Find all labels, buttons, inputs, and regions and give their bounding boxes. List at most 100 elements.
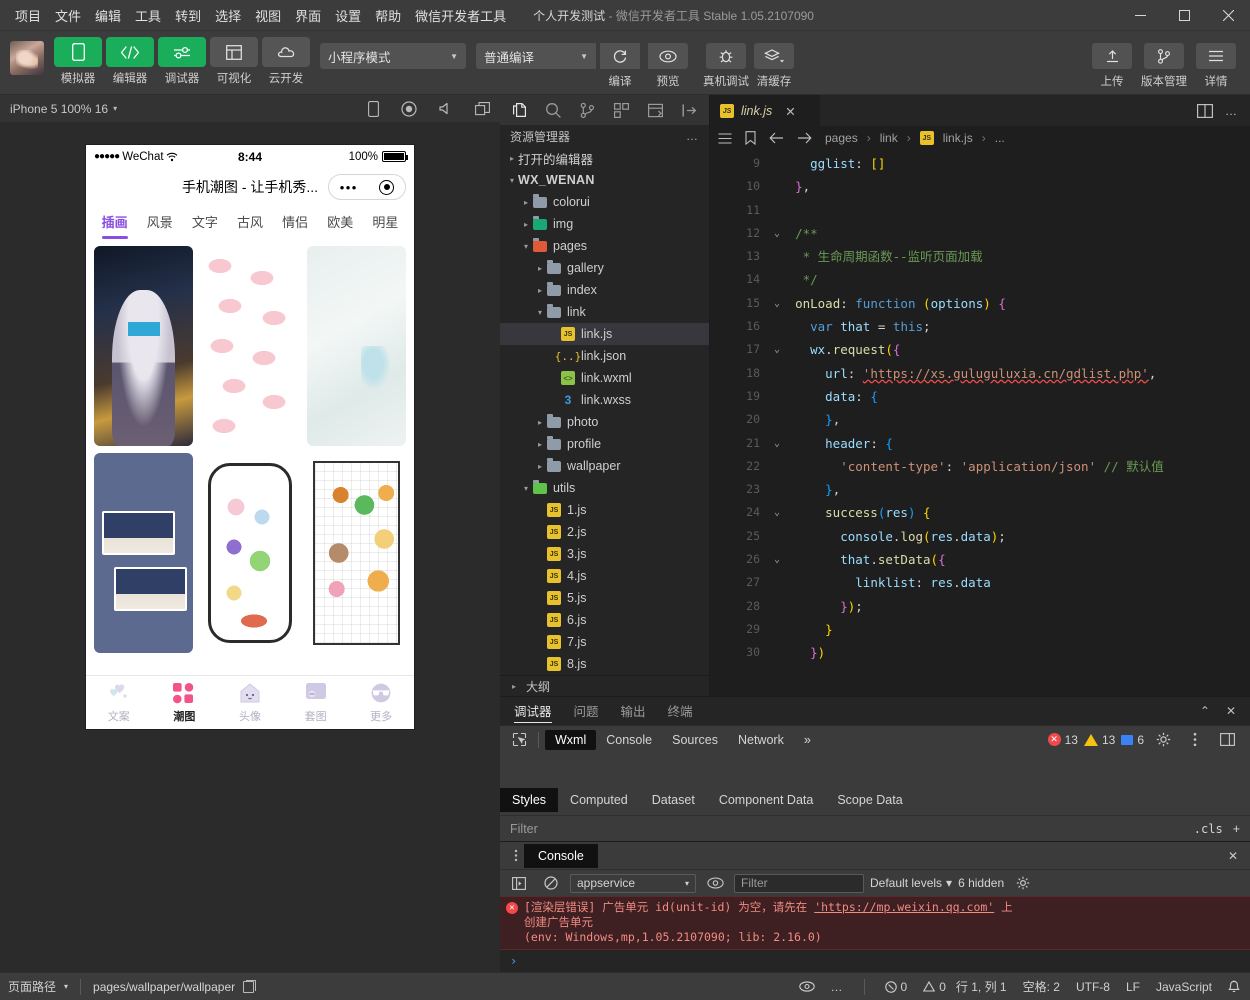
toolbar-button-debugger[interactable]: 调试器	[158, 37, 206, 86]
code-line[interactable]: },	[780, 478, 1250, 501]
menu-item-4[interactable]: 转到	[168, 2, 208, 29]
phone-tabbar-item-2[interactable]: 头像	[217, 681, 283, 724]
tree-file[interactable]: JS 7.js	[500, 631, 709, 653]
code-content[interactable]: gglist: [] }, /** * 生命周期函数--监听页面加载 */ on…	[766, 150, 1250, 696]
chevron-right-icon[interactable]: ▸	[534, 462, 546, 471]
extensions-icon[interactable]	[607, 95, 637, 125]
inspect-icon[interactable]	[506, 729, 532, 751]
upload-button[interactable]: 上传	[1088, 37, 1136, 89]
styles-filter-input[interactable]: Filter	[510, 822, 538, 836]
maximize-button[interactable]	[1162, 0, 1206, 31]
chevron-down-icon[interactable]: ▾	[506, 176, 518, 185]
drawer-handle-icon[interactable]	[508, 849, 524, 862]
tree-file[interactable]: JS 3.js	[500, 543, 709, 565]
back-arrow-icon[interactable]	[769, 132, 784, 144]
close-tab-icon[interactable]: ✕	[785, 104, 795, 119]
debugger-panel-tab-2[interactable]: 输出	[621, 697, 646, 725]
chevron-right-icon[interactable]: ▸	[534, 418, 546, 427]
more-vertical-icon[interactable]	[1182, 729, 1208, 751]
details-button[interactable]: 详情	[1192, 37, 1240, 89]
tree-folder[interactable]: ▾ utils	[500, 477, 709, 499]
console-error-link[interactable]: 'https://mp.weixin.qq.com'	[814, 900, 994, 914]
editor-tab-linkjs[interactable]: JS link.js ✕	[710, 95, 820, 126]
phone-tabbar-item-3[interactable]: 套图	[283, 681, 349, 724]
status-error-count[interactable]: 0	[884, 980, 907, 994]
tree-file[interactable]: JS 5.js	[500, 587, 709, 609]
phone-tabbar-item-0[interactable]: 文案	[86, 681, 152, 724]
remote-debug-button[interactable]: 真机调试	[702, 37, 750, 89]
console-eye-icon[interactable]	[702, 872, 728, 894]
chevron-right-icon[interactable]: ▸	[534, 286, 546, 295]
styles-tab-3[interactable]: Component Data	[707, 788, 826, 812]
code-line[interactable]: },	[780, 408, 1250, 431]
cls-button[interactable]: .cls	[1194, 822, 1223, 836]
console-tab[interactable]: Console	[524, 843, 598, 868]
collapse-icon[interactable]	[675, 95, 705, 125]
code-line[interactable]: * 生命周期函数--监听页面加载	[780, 245, 1250, 268]
language-mode[interactable]: JavaScript	[1156, 980, 1212, 994]
indent-setting[interactable]: 空格: 2	[1023, 978, 1060, 995]
styles-tab-4[interactable]: Scope Data	[825, 788, 914, 812]
code-line[interactable]: linklist: res.data	[780, 571, 1250, 594]
breadcrumb-item-symbol[interactable]: ...	[995, 131, 1005, 145]
tree-folder[interactable]: ▸ index	[500, 279, 709, 301]
bell-icon[interactable]	[1228, 979, 1240, 994]
toolbar-button-simulator[interactable]: 模拟器	[54, 37, 102, 86]
fold-chevron-icon[interactable]: ⌄	[774, 432, 780, 455]
code-line[interactable]: 'content-type': 'application/json' // 默认…	[780, 455, 1250, 478]
explorer-more-icon[interactable]: …	[686, 129, 699, 143]
phone-tab-0[interactable]: 插画	[92, 206, 137, 240]
add-rule-button[interactable]: +	[1233, 822, 1240, 836]
devtools-tab-wxml[interactable]: Wxml	[545, 729, 597, 750]
tree-folder[interactable]: ▾ pages	[500, 235, 709, 257]
mode-select[interactable]: 小程序模式 ▼	[320, 43, 466, 69]
code-line[interactable]: that.setData({	[780, 548, 1250, 571]
menu-item-2[interactable]: 编辑	[88, 2, 128, 29]
gallery-image-doodle-stickers[interactable]	[200, 453, 300, 653]
styles-tab-1[interactable]: Computed	[558, 788, 640, 812]
debugger-panel-tab-3[interactable]: 终端	[668, 697, 693, 725]
console-context-select[interactable]: appservice ▾	[570, 873, 696, 893]
clear-cache-button[interactable]: 清缓存	[750, 37, 798, 89]
phone-tab-5[interactable]: 欧美	[318, 206, 363, 240]
error-count[interactable]: ✕ 13	[1047, 733, 1078, 747]
menu-item-8[interactable]: 设置	[328, 2, 368, 29]
tree-file[interactable]: JS link.js	[500, 323, 709, 346]
page-path-value[interactable]: pages/wallpaper/wallpaper	[93, 980, 235, 994]
console-settings-gear-icon[interactable]	[1010, 872, 1036, 894]
menu-item-6[interactable]: 视图	[248, 2, 288, 29]
gallery-image-pink-bunny-pattern[interactable]	[200, 246, 300, 446]
code-line[interactable]: success(res) {	[780, 501, 1250, 524]
code-line[interactable]: */	[780, 268, 1250, 291]
code-line[interactable]: data: {	[780, 385, 1250, 408]
tree-file[interactable]: {..} link.json	[500, 345, 709, 367]
styles-tab-0[interactable]: Styles	[500, 788, 559, 812]
page-path-label[interactable]: 页面路径	[8, 978, 56, 995]
menu-item-1[interactable]: 文件	[48, 2, 88, 29]
compile-select[interactable]: 普通编译 ▼	[476, 43, 596, 69]
gallery-image-soft-pastel[interactable]	[306, 246, 406, 446]
toolbar-button-editor[interactable]: 编辑器	[106, 37, 154, 86]
tree-file[interactable]: JS 2.js	[500, 521, 709, 543]
phone-tab-6[interactable]: 明星	[363, 206, 408, 240]
code-line[interactable]: var that = this;	[780, 315, 1250, 338]
tree-section[interactable]: ▾ WX_WENAN	[500, 169, 709, 191]
tree-file[interactable]: JS 6.js	[500, 609, 709, 631]
settings-gear-icon[interactable]	[1150, 729, 1176, 751]
forward-arrow-icon[interactable]	[797, 132, 812, 144]
code-line[interactable]: }	[780, 618, 1250, 641]
encoding-setting[interactable]: UTF-8	[1076, 980, 1110, 994]
phone-tab-4[interactable]: 情侣	[273, 206, 318, 240]
menu-item-10[interactable]: 微信开发者工具	[408, 2, 513, 29]
code-line[interactable]: console.log(res.data);	[780, 525, 1250, 548]
multi-window-icon[interactable]	[475, 101, 490, 116]
code-viewport[interactable]: 9 10 11 12 ⌄ 13 14 15 ⌄ 16 17 ⌄ 18 19 20 21 ⌄ 22 23 24 ⌄ 25 26…	[710, 150, 1250, 696]
tree-file[interactable]: 3 link.wxss	[500, 389, 709, 411]
chevron-right-icon[interactable]: ▸	[506, 154, 518, 163]
menu-item-7[interactable]: 界面	[288, 2, 328, 29]
code-line[interactable]: /**	[780, 222, 1250, 245]
avatar[interactable]	[10, 41, 44, 75]
close-button[interactable]	[1206, 0, 1250, 31]
tree-file[interactable]: <> link.wxml	[500, 367, 709, 389]
console-filter-input[interactable]: Filter	[734, 873, 864, 893]
